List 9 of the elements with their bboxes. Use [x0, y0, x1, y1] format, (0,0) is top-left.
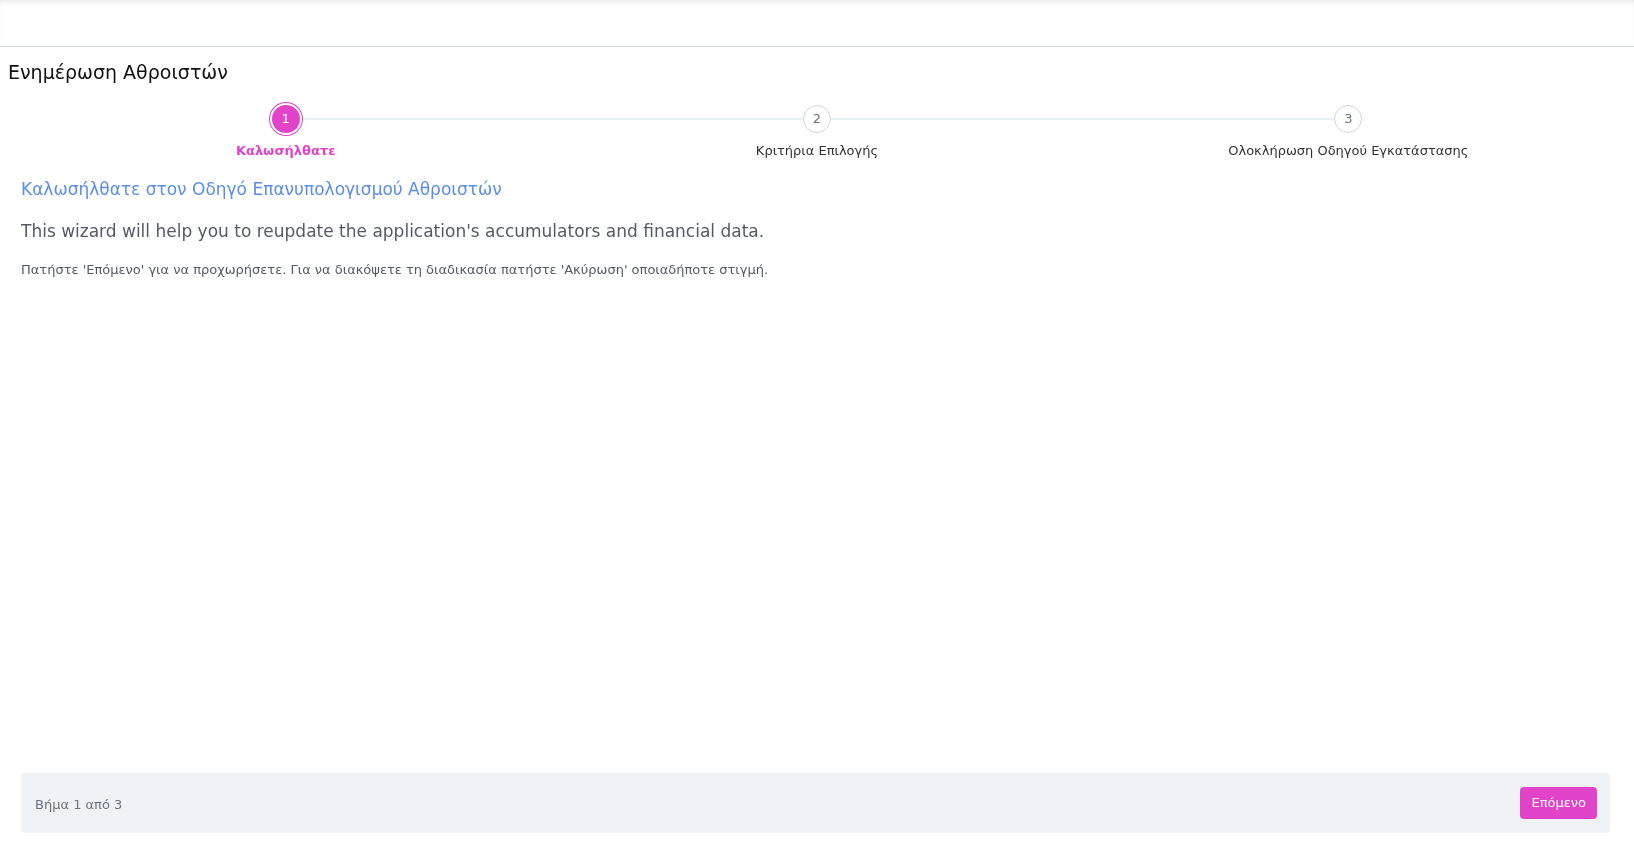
page-title: Ενημέρωση Αθροιστών — [8, 60, 229, 85]
instructions-text: Πατήστε 'Επόμενο' για να προχωρήσετε. Για να διακόψετε τη διαδικασία πατήστε 'Ακύρωση' οποιαδήποτε στιγμή. — [21, 261, 770, 279]
step-label: Ολοκλήρωση Οδηγού Εγκατάστασης — [1228, 142, 1469, 160]
step-label: Καλωσήλθατε — [235, 142, 336, 160]
next-button[interactable]: Επόμενο — [1520, 787, 1597, 819]
intro-text: This wizard will help you to reupdate the application's accumulators and financial data. — [21, 219, 766, 243]
step-label: Κριτήρια Επιλογής — [755, 142, 879, 160]
wizard-heading: Καλωσήλθατε στον Οδηγό Επανυπολογισμού Αθροιστών — [21, 178, 503, 201]
step-counter: Βήμα 1 από 3 — [35, 795, 123, 814]
